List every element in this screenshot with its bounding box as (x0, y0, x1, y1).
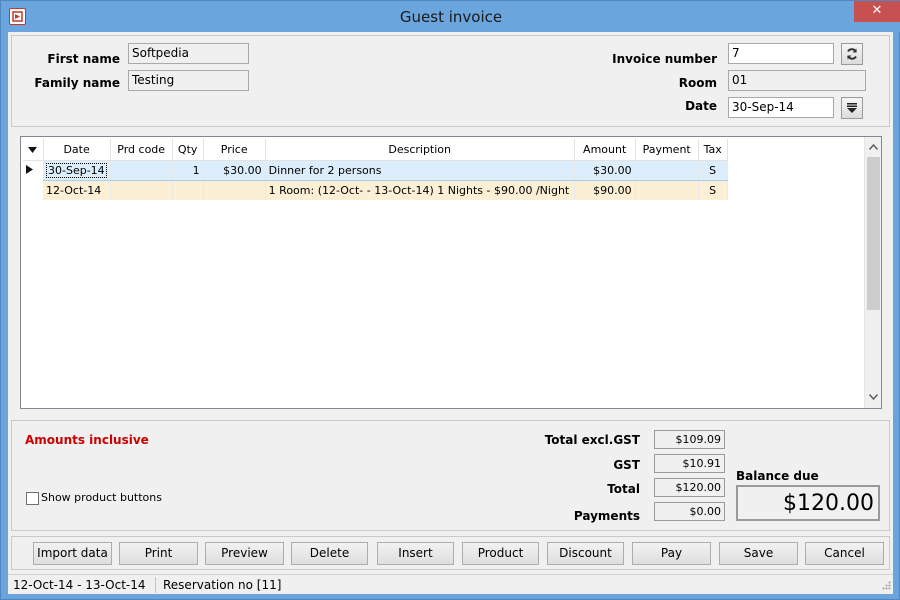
invoice-number-input[interactable]: 7 (728, 43, 834, 64)
totals-panel: Amounts inclusive Show product buttons T… (11, 420, 890, 531)
cell-tax[interactable]: S (698, 159, 728, 181)
import-data-button[interactable]: Import data (33, 542, 112, 565)
dropdown-icon[interactable] (841, 97, 863, 119)
grid-header-row: Date Prd code Qty Price Description Amou… (23, 139, 728, 161)
first-name-label: First name (47, 52, 120, 66)
window-title: Guest invoice (399, 8, 503, 26)
family-name-field[interactable]: Testing (128, 70, 249, 91)
guest-header-panel: First name Softpedia Family name Testing… (11, 35, 890, 127)
gst-value: $10.91 (654, 454, 725, 473)
cell-price[interactable] (203, 180, 266, 200)
cell-price[interactable]: $30.00 (203, 159, 266, 181)
balance-due-label: Balance due (736, 469, 819, 483)
cell-tax[interactable]: S (698, 180, 728, 200)
column-header[interactable]: Qty (172, 139, 204, 161)
total-excl-gst-label: Total excl.GST (544, 433, 640, 447)
lines-table: Date Prd code Qty Price Description Amou… (23, 139, 728, 200)
total-excl-gst-value: $109.09 (654, 430, 725, 449)
row-pointer-icon (23, 160, 43, 180)
preview-button[interactable]: Preview (205, 542, 284, 565)
table-row[interactable]: 12-Oct-14 1 Room: (12-Oct- - 13-Oct-14) … (23, 180, 728, 200)
cell-description[interactable]: Dinner for 2 persons (265, 159, 575, 181)
cell-date[interactable]: 30-Sep-14 (43, 159, 111, 181)
cell-prd-code[interactable] (110, 180, 173, 200)
scroll-up-icon[interactable] (865, 139, 882, 156)
cell-prd-code[interactable] (110, 159, 173, 181)
scroll-thumb[interactable] (867, 157, 880, 310)
cell-date[interactable]: 12-Oct-14 (43, 180, 111, 200)
amounts-inclusive-note: Amounts inclusive (25, 433, 149, 447)
row-indicator (23, 180, 43, 200)
total-label: Total (607, 482, 640, 496)
payments-value: $0.00 (654, 502, 725, 521)
cell-amount[interactable]: $90.00 (574, 180, 636, 200)
product-button[interactable]: Product (462, 542, 539, 565)
column-header[interactable]: Amount (574, 139, 636, 161)
delete-button[interactable]: Delete (291, 542, 368, 565)
date-label: Date (685, 99, 717, 113)
column-header[interactable]: Tax (698, 139, 728, 161)
cell-payment[interactable] (635, 180, 699, 200)
date-input[interactable]: 30-Sep-14 (728, 97, 834, 118)
total-value: $120.00 (654, 478, 725, 497)
cell-qty[interactable]: 1 (172, 159, 204, 181)
column-menu-icon[interactable] (23, 139, 44, 161)
cell-payment[interactable] (635, 159, 699, 181)
pay-button[interactable]: Pay (632, 542, 711, 565)
invoice-window: Guest invoice ✕ First name Softpedia Fam… (0, 0, 900, 600)
vertical-scrollbar[interactable] (864, 137, 881, 408)
status-reservation: Reservation no [11] (163, 578, 282, 592)
status-dates: 12-Oct-14 - 13-Oct-14 (13, 578, 146, 592)
save-button[interactable]: Save (719, 542, 798, 565)
action-button-bar: Import data Print Preview Delete Insert … (11, 536, 890, 570)
resize-grip-icon[interactable] (881, 579, 891, 593)
insert-button[interactable]: Insert (377, 542, 454, 565)
table-row[interactable]: 30-Sep-14 1 $30.00 Dinner for 2 persons … (23, 159, 728, 181)
title-bar[interactable]: Guest invoice ✕ (1, 1, 900, 32)
column-header[interactable]: Payment (635, 139, 699, 161)
column-header[interactable]: Price (203, 139, 266, 161)
show-product-buttons-checkbox[interactable] (26, 492, 39, 505)
scroll-down-icon[interactable] (865, 389, 882, 406)
client-area: First name Softpedia Family name Testing… (8, 32, 893, 594)
column-header[interactable]: Date (43, 139, 111, 161)
balance-due-value: $120.00 (736, 485, 880, 521)
cell-qty[interactable] (172, 180, 204, 200)
discount-button[interactable]: Discount (547, 542, 624, 565)
cell-date-value: 30-Sep-14 (46, 162, 107, 178)
invoice-number-label: Invoice number (612, 52, 717, 66)
print-button[interactable]: Print (119, 542, 198, 565)
family-name-label: Family name (34, 76, 120, 90)
room-label: Room (678, 76, 717, 90)
status-separator (155, 577, 156, 593)
column-header[interactable]: Prd code (110, 139, 173, 161)
column-header[interactable]: Description (265, 139, 575, 161)
invoice-lines-grid[interactable]: Date Prd code Qty Price Description Amou… (20, 136, 882, 409)
room-field[interactable]: 01 (728, 70, 866, 91)
cancel-button[interactable]: Cancel (805, 542, 884, 565)
show-product-buttons-label[interactable]: Show product buttons (41, 491, 162, 504)
cell-description[interactable]: 1 Room: (12-Oct- - 13-Oct-14) 1 Nights -… (265, 180, 575, 200)
status-bar: 12-Oct-14 - 13-Oct-14 Reservation no [11… (8, 574, 893, 594)
first-name-field[interactable]: Softpedia (128, 43, 249, 64)
close-button[interactable]: ✕ (854, 1, 900, 22)
cell-amount[interactable]: $30.00 (574, 159, 636, 181)
payments-label: Payments (573, 509, 640, 523)
refresh-icon[interactable] (841, 43, 863, 65)
gst-label: GST (613, 458, 640, 472)
